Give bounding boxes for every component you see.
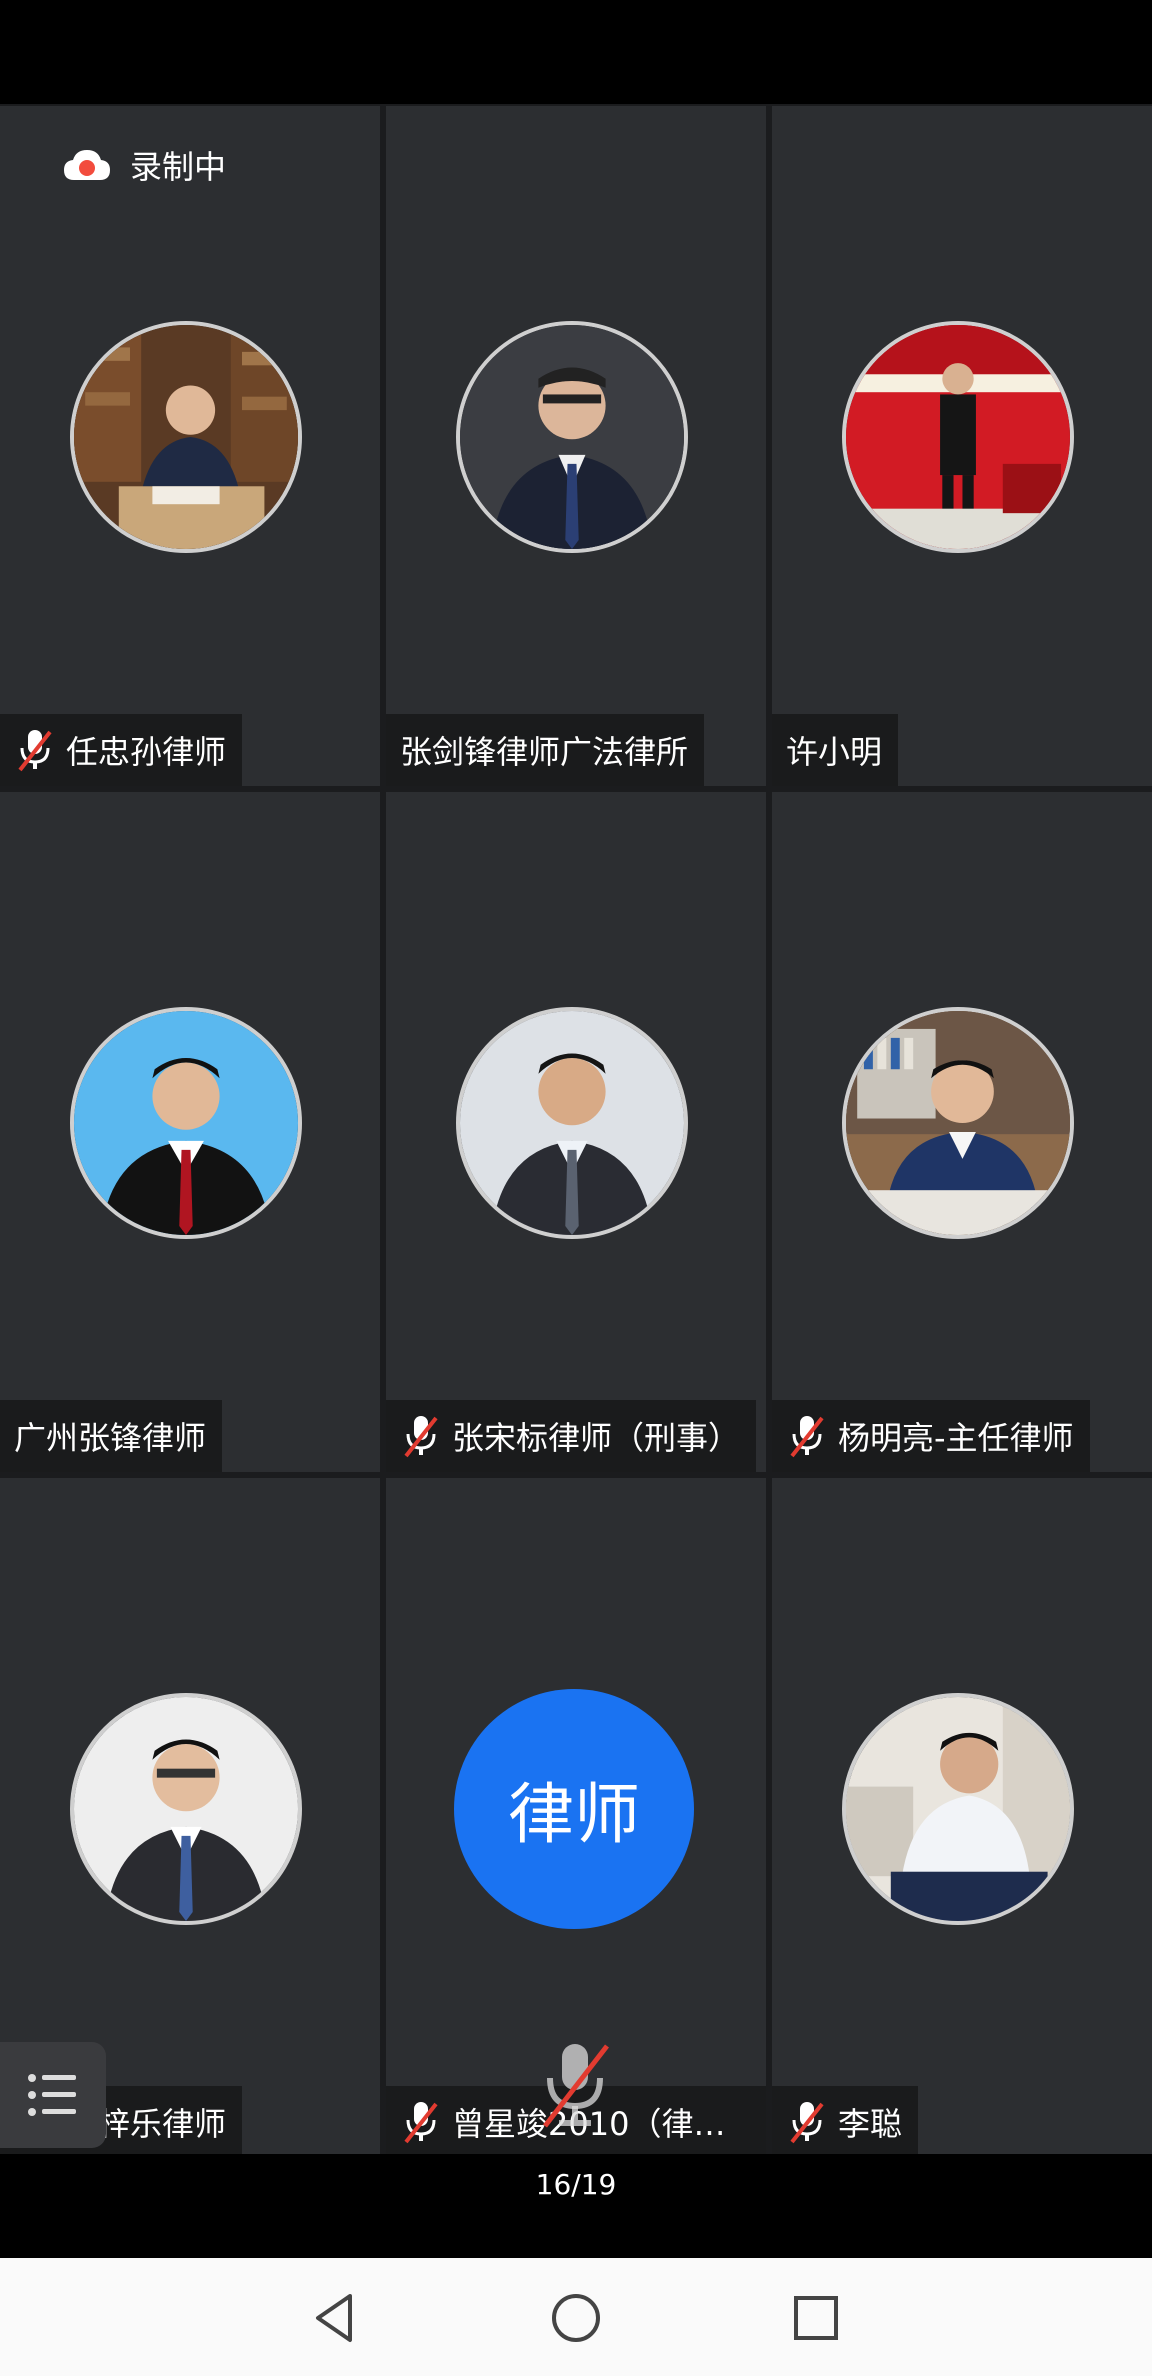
mic-muted-icon: [404, 1416, 438, 1458]
name-chip: 广州张锋律师: [0, 1400, 223, 1472]
mic-muted-icon: [790, 1416, 824, 1458]
mic-muted-icon: [790, 2102, 824, 2144]
name-chip: 张宋标律师（刑事）: [386, 1400, 757, 1472]
back-triangle-icon[interactable]: [304, 2286, 368, 2350]
recents-square-icon[interactable]: [784, 2286, 848, 2350]
avatar: [456, 321, 688, 553]
participant-list-button[interactable]: [0, 2042, 106, 2148]
participant-tile[interactable]: 杨明亮-主任律师: [772, 792, 1152, 1472]
name-chip: 许小明: [772, 714, 899, 786]
system-nav-bar: [0, 2258, 1152, 2376]
participant-name: 杨明亮-主任律师: [838, 1419, 1074, 1457]
avatar: [456, 1007, 688, 1239]
participant-tile[interactable]: 张宋标律师（刑事）: [386, 792, 766, 1472]
participant-tile[interactable]: 许小明: [772, 106, 1152, 786]
avatar: [70, 321, 302, 553]
name-chip: 张剑锋律师广法律所: [386, 714, 705, 786]
avatar-initials: 律师: [454, 1689, 694, 1929]
mic-muted-icon: [18, 730, 52, 772]
avatar: [70, 1007, 302, 1239]
cloud-record-icon: [64, 150, 110, 180]
participant-tile[interactable]: 李聪: [772, 1478, 1152, 2158]
status-bar: [0, 0, 1152, 104]
participant-tile[interactable]: 张剑锋律师广法律所: [386, 106, 766, 786]
participant-tile[interactable]: 广州张锋律师: [0, 792, 380, 1472]
page-indicator: 16/19: [535, 2168, 617, 2201]
avatar: [842, 321, 1074, 553]
participant-name: 广州张锋律师: [14, 1419, 207, 1457]
participant-name: 任忠孙律师: [66, 733, 227, 771]
name-chip: 杨明亮-主任律师: [772, 1400, 1090, 1472]
avatar-text: 律师: [508, 1776, 640, 1853]
avatar: [842, 1693, 1074, 1925]
participant-name: 李聪: [838, 2105, 903, 2143]
recording-label: 录制中: [130, 148, 227, 186]
participant-name: 张宋标律师（刑事）: [452, 1419, 741, 1457]
avatar: [70, 1693, 302, 1925]
participant-name: 张剑锋律师广法律所: [400, 733, 689, 771]
name-chip: 任忠孙律师: [0, 714, 243, 786]
mic-muted-icon: [543, 2044, 609, 2128]
self-mic-toggle[interactable]: [505, 2024, 645, 2144]
participant-grid: 录制中 任忠孙律师 张剑锋律师广法律所 许小明 广州张锋律师 张宋标律师（刑事）…: [0, 104, 1152, 2158]
home-circle-icon[interactable]: [544, 2286, 608, 2350]
recording-indicator: 录制中: [62, 142, 226, 188]
avatar: [842, 1007, 1074, 1239]
name-chip: 李聪: [772, 2086, 919, 2158]
participant-name: 许小明: [786, 733, 883, 771]
mic-muted-icon: [404, 2102, 438, 2144]
list-icon: [28, 2074, 76, 2116]
participant-tile[interactable]: 录制中 任忠孙律师: [0, 106, 380, 786]
